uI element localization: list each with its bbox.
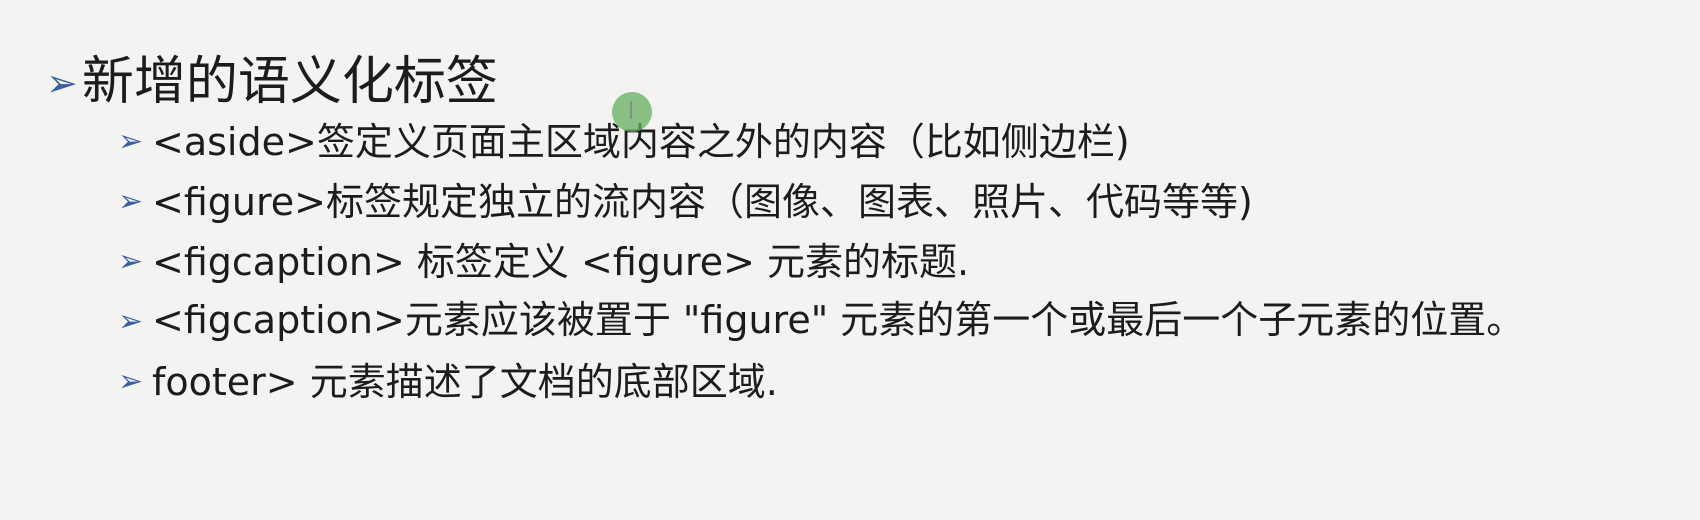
heading-row: ➢ 新增的语义化标签 xyxy=(46,52,498,112)
list-item: ➢ <aside>签定义页面主区域内容之外的内容（比如侧边栏) xyxy=(118,116,1678,168)
list-item-text: footer> 元素描述了文档的底部区域. xyxy=(152,360,778,404)
bullet-arrow-icon: ➢ xyxy=(118,304,144,339)
list-item-text: <figcaption> 标签定义 <figure> 元素的标题. xyxy=(152,240,970,284)
list-item: ➢ <figure>标签规定独立的流内容（图像、图表、照片、代码等等) xyxy=(118,176,1678,228)
list-item: ➢ footer> 元素描述了文档的底部区域. xyxy=(118,356,1678,408)
text-cursor-icon xyxy=(630,101,632,119)
mouse-pointer-highlight xyxy=(612,92,652,132)
list-item-text: <figure>标签规定独立的流内容（图像、图表、照片、代码等等) xyxy=(152,180,1253,224)
slide: ➢ 新增的语义化标签 ➢ <aside>签定义页面主区域内容之外的内容（比如侧边… xyxy=(0,0,1700,520)
bullet-list: ➢ <aside>签定义页面主区域内容之外的内容（比如侧边栏) ➢ <figur… xyxy=(118,116,1678,416)
bullet-arrow-icon: ➢ xyxy=(118,124,144,159)
bullet-arrow-icon: ➢ xyxy=(118,184,144,219)
bullet-arrow-icon: ➢ xyxy=(46,61,78,105)
bullet-arrow-icon: ➢ xyxy=(118,364,144,399)
list-item-text: <figcaption>元素应该被置于 "figure" 元素的第一个或最后一个… xyxy=(152,298,1525,342)
bullet-arrow-icon: ➢ xyxy=(118,244,144,279)
slide-heading: 新增的语义化标签 xyxy=(81,52,498,112)
list-item: ➢ <figcaption> 标签定义 <figure> 元素的标题. xyxy=(118,236,1678,288)
list-item: ➢ <figcaption>元素应该被置于 "figure" 元素的第一个或最后… xyxy=(118,296,1678,348)
